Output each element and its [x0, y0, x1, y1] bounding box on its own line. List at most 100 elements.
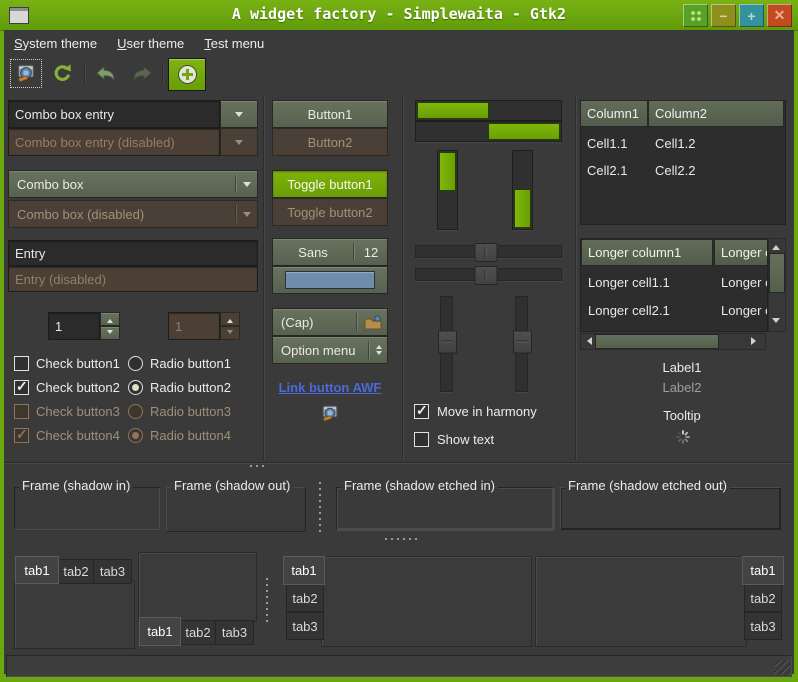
resize-grip[interactable]: [775, 660, 790, 675]
scrollbar-up-button[interactable]: [769, 239, 783, 252]
tree2-cell[interactable]: Longer cell2.1: [588, 297, 670, 324]
spinbutton-disabled-down-button: [220, 326, 240, 340]
notebook-left-tab3[interactable]: tab3: [286, 612, 324, 640]
toolbar-separator: [84, 64, 86, 84]
tree1-cell[interactable]: Cell1.2: [655, 130, 695, 157]
scale-handle[interactable]: [474, 266, 497, 285]
radio-button1-label[interactable]: Radio button1: [150, 353, 231, 373]
tree1-cell[interactable]: Cell2.1: [587, 157, 627, 184]
tree2-cell[interactable]: Longer cell1.1: [588, 269, 670, 296]
spinbutton-input[interactable]: 1: [48, 312, 100, 340]
close-button[interactable]: ✕: [767, 4, 792, 27]
font-button[interactable]: Sans 12: [272, 238, 388, 266]
notebook-top-tab3[interactable]: tab3: [93, 559, 132, 584]
checkbox-move-in-harmony[interactable]: [414, 404, 429, 419]
vertical-scale-1[interactable]: [440, 296, 453, 392]
notebook-left-tab2[interactable]: tab2: [286, 584, 324, 612]
titlebar[interactable]: A widget factory - Simplewaita - Gtk2 − …: [0, 0, 798, 31]
tree1-header-column2[interactable]: Column2: [648, 100, 784, 127]
tree2-cell[interactable]: Longer cell1.2: [721, 269, 768, 296]
horizontal-scale-1[interactable]: [415, 245, 562, 258]
maximize-button[interactable]: +: [739, 4, 764, 27]
vertical-progressbar-top-down: [437, 150, 458, 230]
screenshot-tool-button[interactable]: [10, 59, 42, 88]
pane-separator[interactable]: [402, 96, 404, 460]
radio-radio-button2[interactable]: [128, 380, 143, 395]
redo-button[interactable]: [126, 59, 158, 88]
entry-input[interactable]: Entry: [8, 240, 258, 266]
pane-separator[interactable]: [263, 96, 265, 460]
notebook-left-tab1[interactable]: tab1: [283, 556, 325, 585]
combo-separator: [235, 205, 237, 223]
radio-button2-label[interactable]: Radio button2: [150, 377, 231, 397]
menu-user-theme[interactable]: User theme: [107, 32, 194, 55]
frame-label: Frame (shadow in): [19, 478, 133, 493]
notebook-bottom-tab1[interactable]: tab1: [139, 617, 181, 646]
tree2-cell[interactable]: Longer cell2.2: [721, 297, 768, 324]
color-button[interactable]: [272, 266, 388, 294]
undo-button[interactable]: [90, 59, 122, 88]
pane-separator[interactable]: [575, 96, 577, 460]
scrollbar-down-button[interactable]: [769, 316, 783, 329]
notebook-right-tab3[interactable]: tab3: [744, 612, 782, 640]
link-button[interactable]: Link button AWF: [272, 380, 388, 395]
combo-box-entry-input[interactable]: Combo box entry: [8, 100, 220, 128]
horizontal-scale-2[interactable]: [415, 268, 562, 281]
checkbox-check-button2[interactable]: [14, 380, 29, 395]
treeview-2[interactable]: Longer column1 Longer column2 Longer cel…: [580, 238, 768, 332]
paned-handle[interactable]: [265, 578, 268, 622]
paned-handle[interactable]: [250, 464, 264, 467]
cap-file-button[interactable]: (Cap): [272, 308, 388, 336]
notebook-top-tab1[interactable]: tab1: [15, 556, 59, 584]
notebook-bottom-tab3[interactable]: tab3: [215, 620, 254, 645]
horizontal-scrollbar-thumb[interactable]: [595, 334, 719, 349]
move-in-harmony-label[interactable]: Move in harmony: [437, 401, 537, 421]
open-folder-icon: [364, 315, 382, 330]
tree2-cell[interactable]: Longer cell3.2: [721, 325, 768, 332]
menu-test-menu[interactable]: Test menu: [194, 32, 274, 55]
paned-handle[interactable]: [385, 537, 419, 540]
menu-system-theme[interactable]: System theme: [4, 32, 107, 55]
window-menu-button[interactable]: [683, 4, 708, 27]
combo-box[interactable]: Combo box: [8, 170, 258, 198]
tree2-cell[interactable]: Longer cell3.1: [588, 325, 670, 332]
spinbutton-up-button[interactable]: [100, 312, 120, 326]
check-button1-label[interactable]: Check button1: [36, 353, 120, 373]
radio-radio-button1[interactable]: [128, 356, 143, 371]
add-toggle-button[interactable]: [168, 58, 206, 91]
checkbox-check-button1[interactable]: [14, 356, 29, 371]
check-button3-label: Check button3: [36, 401, 120, 421]
scrollbar-left-button[interactable]: [581, 334, 594, 347]
scale-handle[interactable]: [438, 331, 457, 354]
checkbox-show-text[interactable]: [414, 432, 429, 447]
tree2-header-longer-column1[interactable]: Longer column1: [581, 239, 713, 266]
radio-button3-label: Radio button3: [150, 401, 231, 421]
notebook-right-tab1[interactable]: tab1: [742, 556, 784, 585]
arrow-down-icon: [772, 318, 780, 327]
minimize-button[interactable]: −: [711, 4, 736, 27]
spinbutton-down-button[interactable]: [100, 326, 120, 340]
vertical-scrollbar-thumb[interactable]: [769, 253, 785, 293]
scrollbar-right-button[interactable]: [748, 334, 762, 347]
button1[interactable]: Button1: [272, 100, 388, 128]
scale-handle[interactable]: [513, 331, 532, 354]
show-text-label[interactable]: Show text: [437, 429, 494, 449]
option-menu[interactable]: Option menu: [272, 336, 388, 364]
tree1-cell[interactable]: Cell1.1: [587, 130, 627, 157]
toggle-button1-active[interactable]: Toggle button1: [272, 170, 388, 198]
entry-disabled-input: Entry (disabled): [8, 266, 258, 292]
tree1-cell[interactable]: Cell2.2: [655, 157, 695, 184]
paned-handle[interactable]: [318, 482, 321, 536]
notebook-right-tab2[interactable]: tab2: [744, 584, 782, 612]
vertical-scale-2[interactable]: [515, 296, 528, 392]
combo-box-entry-arrow-button[interactable]: [220, 100, 258, 128]
notebook-top-tab2[interactable]: tab2: [58, 559, 94, 584]
tree1-header-column1[interactable]: Column1: [580, 100, 648, 127]
check-button2-label[interactable]: Check button2: [36, 377, 120, 397]
window-title: A widget factory - Simplewaita - Gtk2: [0, 5, 798, 23]
tree2-header-longer-column2[interactable]: Longer column2: [714, 239, 768, 266]
notebook-bottom-tab2[interactable]: tab2: [180, 620, 216, 645]
arrow-up-icon: [107, 316, 113, 323]
scale-handle[interactable]: [474, 243, 497, 262]
refresh-button[interactable]: [46, 59, 78, 88]
